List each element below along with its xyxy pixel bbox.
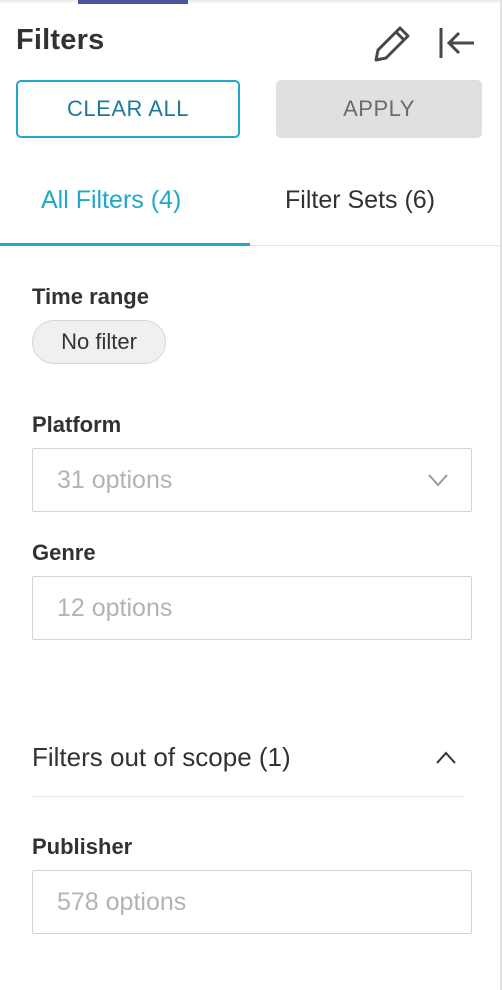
chevron-down-icon: [428, 474, 448, 487]
out-of-scope-divider: [32, 796, 465, 797]
genre-placeholder: 12 options: [57, 594, 173, 622]
genre-label: Genre: [32, 540, 96, 565]
publisher-label: Publisher: [32, 834, 133, 859]
chevron-up-icon[interactable]: [434, 748, 458, 766]
publisher-placeholder: 578 options: [57, 888, 187, 916]
publisher-select[interactable]: 578 options: [32, 870, 472, 934]
platform-select[interactable]: 31 options: [32, 448, 472, 512]
out-of-scope-toggle[interactable]: Filters out of scope (1): [32, 742, 291, 773]
clear-all-button[interactable]: CLEAR ALL: [16, 80, 240, 138]
apply-button[interactable]: APPLY: [276, 80, 482, 138]
collapse-left-icon[interactable]: [437, 24, 477, 62]
top-shadow: [0, 0, 502, 4]
active-tab-indicator: [0, 243, 250, 246]
platform-label: Platform: [32, 412, 122, 437]
platform-placeholder: 31 options: [57, 466, 173, 494]
tab-filter-sets[interactable]: Filter Sets (6): [285, 186, 435, 215]
panel-title: Filters: [16, 24, 105, 56]
top-accent-bar: [78, 0, 188, 4]
pencil-icon[interactable]: [372, 24, 412, 64]
time-range-chip[interactable]: No filter: [32, 320, 166, 364]
genre-select[interactable]: 12 options: [32, 576, 472, 640]
tab-all-filters[interactable]: All Filters (4): [41, 186, 181, 215]
time-range-label: Time range: [32, 284, 149, 309]
